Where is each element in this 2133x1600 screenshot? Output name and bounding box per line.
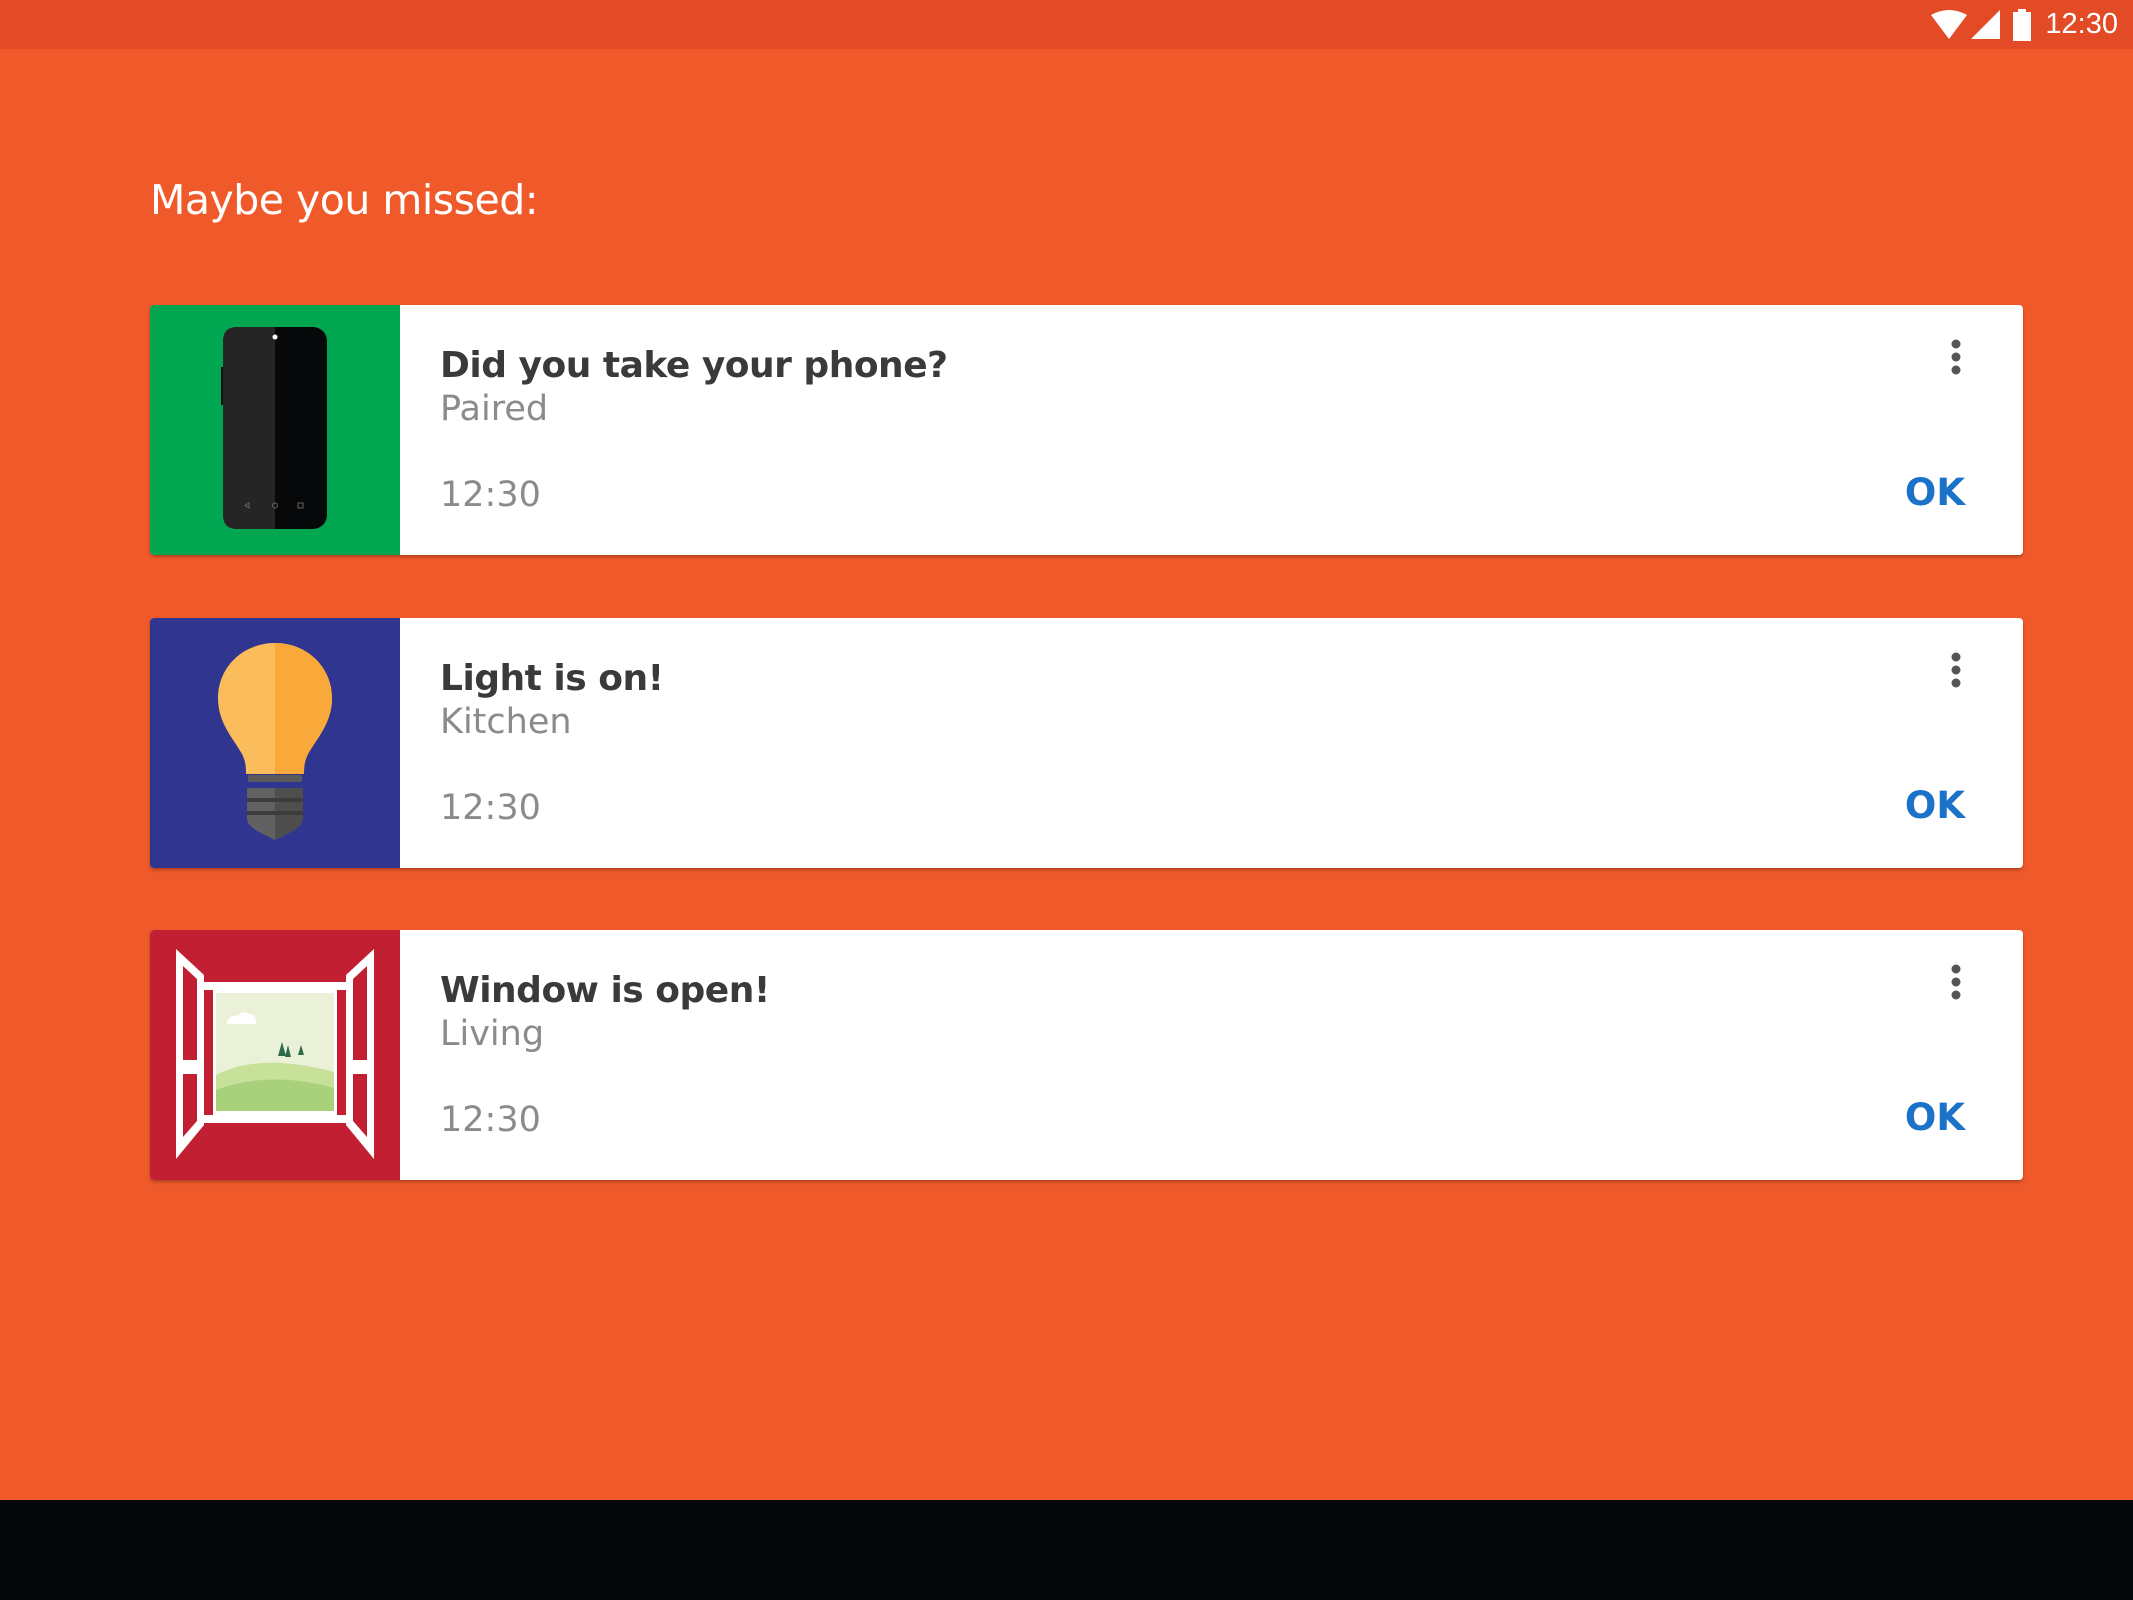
card-subtitle: Paired: [440, 389, 549, 429]
notification-card-window[interactable]: Window is open! Living 12:30 OK: [150, 930, 2023, 1180]
window-icon: [176, 949, 374, 1159]
card-time: 12:30: [440, 788, 541, 828]
ok-button[interactable]: OK: [1897, 463, 1973, 522]
card-thumbnail: [150, 930, 400, 1180]
status-bar: 12:30: [0, 0, 2133, 49]
phone-icon: [221, 327, 327, 529]
card-title: Window is open!: [440, 970, 770, 1011]
signal-icon: [1971, 9, 2001, 40]
page-heading: Maybe you missed:: [150, 176, 539, 224]
card-time: 12:30: [440, 475, 541, 515]
card-title: Did you take your phone?: [440, 345, 948, 386]
wifi-icon: [1931, 9, 1968, 40]
lightbulb-icon: [218, 643, 332, 840]
status-icons: 12:30: [1931, 0, 2118, 49]
notification-card-light[interactable]: Light is on! Kitchen 12:30 OK: [150, 618, 2023, 868]
card-subtitle: Kitchen: [440, 702, 572, 742]
more-options-icon[interactable]: [1944, 335, 1968, 385]
more-options-icon[interactable]: [1944, 960, 1968, 1010]
card-thumbnail: [150, 618, 400, 868]
notification-card-phone[interactable]: Did you take your phone? Paired 12:30 OK: [150, 305, 2023, 555]
navigation-bar: [0, 1500, 2133, 1600]
card-thumbnail: [150, 305, 400, 555]
card-title: Light is on!: [440, 658, 664, 699]
card-time: 12:30: [440, 1100, 541, 1140]
battery-icon: [2013, 8, 2032, 41]
more-options-icon[interactable]: [1944, 648, 1968, 698]
ok-button[interactable]: OK: [1897, 776, 1973, 835]
card-subtitle: Living: [440, 1014, 545, 1054]
status-time: 12:30: [2045, 8, 2118, 40]
ok-button[interactable]: OK: [1897, 1088, 1973, 1147]
